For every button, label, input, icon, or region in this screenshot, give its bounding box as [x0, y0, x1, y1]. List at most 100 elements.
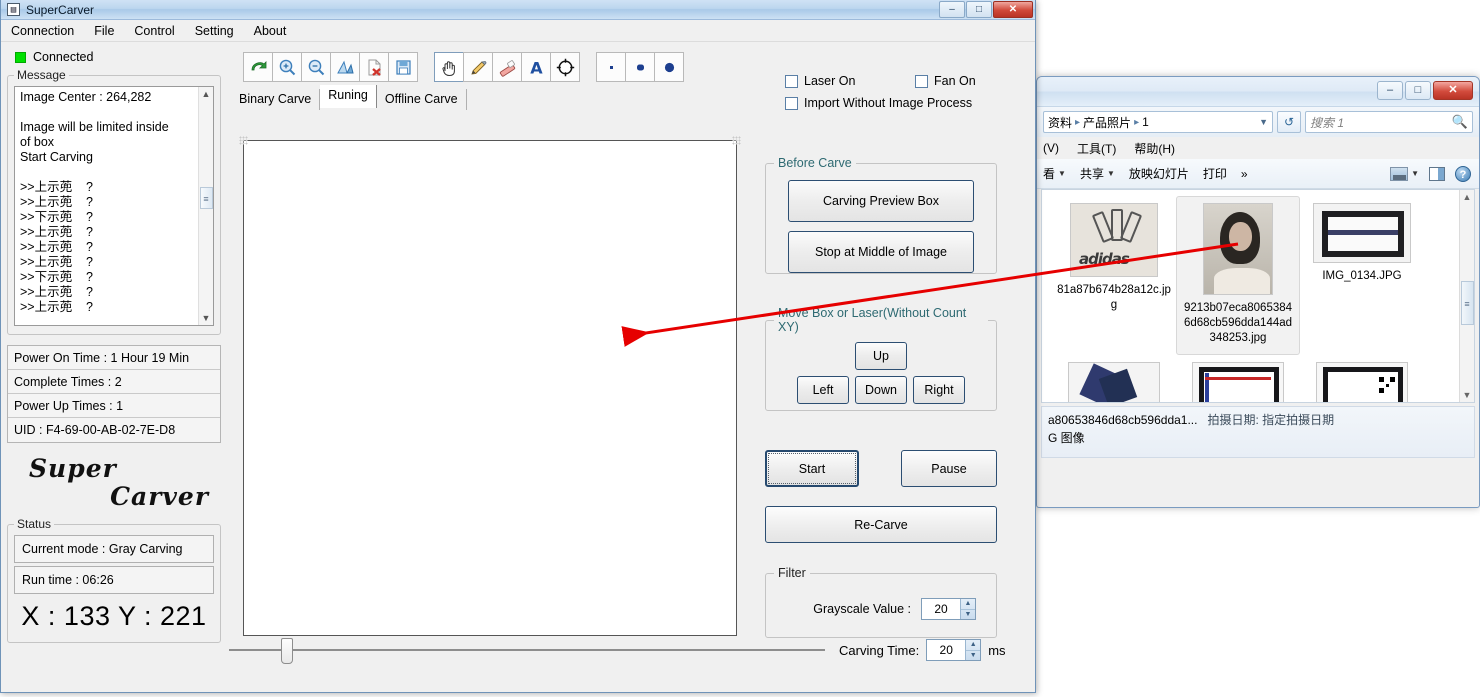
- breadcrumb-item-2[interactable]: 1: [1142, 115, 1149, 129]
- import-image-icon[interactable]: [243, 52, 273, 82]
- recarve-button[interactable]: Re-Carve: [765, 506, 997, 543]
- zoom-in-icon[interactable]: [272, 52, 302, 82]
- scrollbar-thumb[interactable]: ≡: [199, 187, 213, 209]
- move-right-button[interactable]: Right: [913, 376, 965, 404]
- connection-status: Connected: [7, 44, 221, 68]
- scroll-down-icon[interactable]: ▼: [1463, 388, 1472, 402]
- close-button[interactable]: ✕: [993, 1, 1033, 18]
- brush-large-icon[interactable]: [654, 52, 684, 82]
- menu-file[interactable]: File: [84, 21, 124, 41]
- chevron-down-icon[interactable]: ▼: [1259, 117, 1268, 127]
- menu-connection[interactable]: Connection: [1, 21, 84, 41]
- toolbar-group-brush: [596, 52, 684, 82]
- move-up-button[interactable]: Up: [855, 342, 907, 370]
- breadcrumb[interactable]: 资料 ▸ 产品照片 ▸ 1 ▼: [1043, 111, 1273, 133]
- tab-offline-carve[interactable]: Offline Carve: [376, 89, 467, 110]
- toolbar-view-button[interactable]: 看 ▼: [1043, 165, 1066, 182]
- file-grid: adidas 81a87b674b28a12c.jpg 9213b07eca80…: [1042, 190, 1474, 402]
- text-tool-icon[interactable]: A: [521, 52, 551, 82]
- toolbar-slideshow-button[interactable]: 放映幻灯片: [1129, 165, 1189, 182]
- target-circle-icon[interactable]: [550, 52, 580, 82]
- pan-hand-icon[interactable]: [434, 52, 464, 82]
- carving-time-stepper-buttons[interactable]: ▲ ▼: [965, 640, 981, 661]
- move-box-group: Move Box or Laser(Without Count XY) Up L…: [765, 306, 997, 411]
- help-icon[interactable]: ?: [1455, 165, 1471, 182]
- change-view-button[interactable]: ▼: [1390, 166, 1419, 181]
- list-item[interactable]: adidas 81a87b674b28a12c.jpg: [1052, 196, 1176, 355]
- pause-button[interactable]: Pause: [901, 450, 997, 487]
- file-name: 9213b07eca80653846d68cb596dda144ad348253…: [1183, 302, 1293, 344]
- search-input[interactable]: 搜索 1 🔍: [1305, 111, 1473, 133]
- preview-pane-icon[interactable]: [1429, 166, 1445, 181]
- explorer-menu-tools[interactable]: 工具(T): [1077, 140, 1116, 157]
- list-item[interactable]: IMG_0134.JPG: [1300, 196, 1424, 355]
- tab-binary-carve[interactable]: Binary Carve: [231, 89, 321, 110]
- file-list-scrollbar[interactable]: ▲ ≡ ▼: [1459, 190, 1474, 402]
- status-group: Status Current mode : Gray Carving Run t…: [7, 517, 221, 643]
- explorer-close-button[interactable]: ✕: [1433, 81, 1473, 100]
- minimize-button[interactable]: –: [939, 1, 965, 18]
- start-button[interactable]: Start: [765, 450, 859, 487]
- explorer-menu-help[interactable]: 帮助(H): [1134, 140, 1175, 157]
- stop-at-middle-of-image-button[interactable]: Stop at Middle of Image: [788, 231, 974, 273]
- message-log-scrollbar[interactable]: ▲ ≡ ▼: [198, 87, 213, 325]
- maximize-button[interactable]: □: [966, 1, 992, 18]
- grayscale-value-input[interactable]: 20: [922, 599, 960, 619]
- scroll-down-icon[interactable]: ▼: [202, 311, 211, 325]
- import-without-image-process-label: Import Without Image Process: [804, 96, 973, 110]
- explorer-maximize-button[interactable]: □: [1405, 81, 1431, 100]
- explorer-minimize-button[interactable]: –: [1377, 81, 1403, 100]
- stepper-down-icon[interactable]: ▼: [966, 651, 980, 661]
- zoom-out-icon[interactable]: [301, 52, 331, 82]
- status-capture-date: 拍摄日期: 指定拍摄日期: [1207, 413, 1335, 427]
- toolbar-overflow-button[interactable]: »: [1241, 167, 1248, 181]
- carving-preview-box-button[interactable]: Carving Preview Box: [788, 180, 974, 222]
- list-item[interactable]: 9213b07eca80653846d68cb596dda144ad348253…: [1176, 196, 1300, 355]
- menu-setting[interactable]: Setting: [185, 21, 244, 41]
- explorer-menu-view[interactable]: (V): [1043, 141, 1059, 155]
- breadcrumb-item-1[interactable]: 产品照片: [1083, 114, 1131, 131]
- file-list-view[interactable]: adidas 81a87b674b28a12c.jpg 9213b07eca80…: [1041, 189, 1475, 403]
- move-down-button[interactable]: Down: [855, 376, 907, 404]
- eraser-icon[interactable]: [492, 52, 522, 82]
- move-left-button[interactable]: Left: [797, 376, 849, 404]
- mirror-flip-icon[interactable]: [330, 52, 360, 82]
- grayscale-value-stepper[interactable]: 20 ▲ ▼: [921, 598, 976, 620]
- complete-times-row: Complete Times : 2: [8, 370, 220, 394]
- brush-medium-icon[interactable]: [625, 52, 655, 82]
- main-window-controls: – □ ✕: [939, 1, 1033, 18]
- laser-on-checkbox[interactable]: Laser On: [785, 74, 915, 88]
- toolbar-group-file: [243, 52, 418, 82]
- message-log[interactable]: Image Center : 264,282 Image will be lim…: [14, 86, 214, 326]
- portrait-thumb: [1203, 203, 1273, 295]
- list-item[interactable]: [1052, 355, 1176, 402]
- stepper-up-icon[interactable]: ▲: [966, 640, 981, 651]
- scrollbar-thumb[interactable]: ≡: [1460, 281, 1474, 325]
- pencil-icon[interactable]: [463, 52, 493, 82]
- menu-control[interactable]: Control: [124, 21, 184, 41]
- import-without-image-process-checkbox[interactable]: Import Without Image Process: [785, 96, 972, 110]
- menu-about[interactable]: About: [244, 21, 297, 41]
- list-item[interactable]: [1176, 355, 1300, 402]
- file-name: 81a87b674b28a12c.jpg: [1057, 284, 1171, 311]
- toolbar-print-button[interactable]: 打印: [1203, 165, 1227, 182]
- slider-thumb[interactable]: [281, 638, 293, 664]
- fan-on-checkbox[interactable]: Fan On: [915, 74, 976, 88]
- carving-speed-slider[interactable]: [229, 637, 825, 664]
- tab-runing[interactable]: Runing: [320, 85, 377, 108]
- save-icon[interactable]: [388, 52, 418, 82]
- stepper-up-icon[interactable]: ▲: [961, 599, 975, 610]
- grayscale-stepper-buttons[interactable]: ▲ ▼: [960, 599, 975, 619]
- carving-time-stepper[interactable]: 20 ▲ ▼: [926, 639, 982, 661]
- brush-small-icon[interactable]: [596, 52, 626, 82]
- list-item[interactable]: [1300, 355, 1424, 402]
- refresh-icon[interactable]: ↺: [1277, 111, 1301, 133]
- stepper-down-icon[interactable]: ▼: [961, 610, 975, 620]
- carving-time-input[interactable]: 20: [927, 640, 966, 660]
- search-icon: 🔍: [1451, 114, 1468, 129]
- scroll-up-icon[interactable]: ▲: [202, 87, 211, 101]
- toolbar-share-button[interactable]: 共享 ▼: [1080, 165, 1115, 182]
- delete-image-icon[interactable]: [359, 52, 389, 82]
- carving-canvas[interactable]: [239, 136, 741, 636]
- scroll-up-icon[interactable]: ▲: [1463, 190, 1472, 204]
